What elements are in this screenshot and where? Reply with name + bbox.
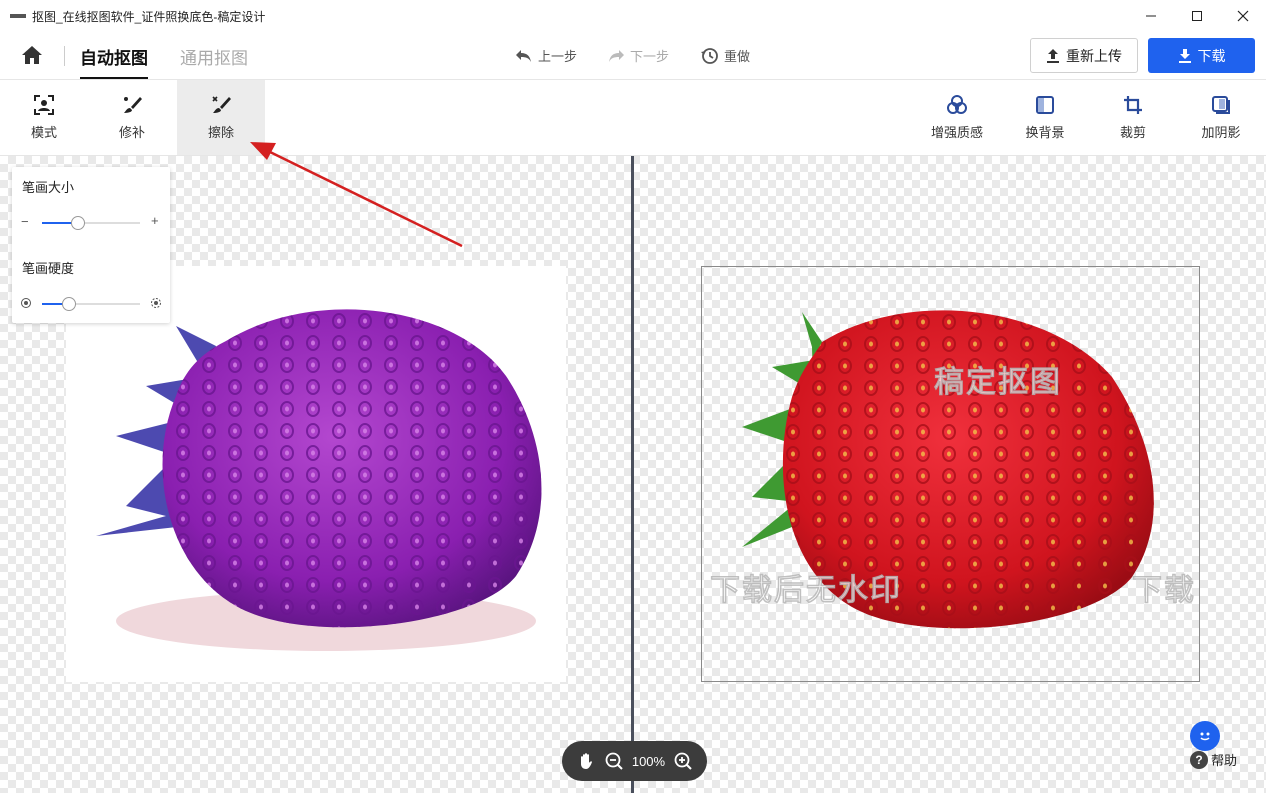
editor-canvas[interactable]: 笔画大小 − + 笔画硬度 稿定抠图 下载后无水印 下载 bbox=[0, 156, 1266, 793]
brush-hardness-label: 笔画硬度 bbox=[22, 261, 75, 276]
zoom-in-icon[interactable] bbox=[673, 751, 693, 771]
hardness-low-icon[interactable] bbox=[20, 297, 32, 309]
header-separator bbox=[64, 46, 65, 66]
tool-crop[interactable]: 裁剪 bbox=[1089, 80, 1177, 155]
brush-size-label: 笔画大小 bbox=[22, 180, 75, 195]
close-icon bbox=[1237, 10, 1249, 22]
tool-mode[interactable]: 模式 bbox=[0, 80, 88, 155]
maximize-button[interactable] bbox=[1174, 0, 1220, 32]
reset-label: 重做 bbox=[724, 49, 751, 64]
brush-hardness-slider[interactable] bbox=[42, 297, 140, 311]
size-increase-button[interactable]: + bbox=[151, 213, 159, 228]
redo-icon bbox=[609, 49, 624, 62]
tool-background-label: 换背景 bbox=[1025, 125, 1065, 140]
tool-erase-label: 擦除 bbox=[207, 125, 234, 140]
tool-erase[interactable]: 擦除 bbox=[177, 80, 265, 155]
title-bar: 抠图_在线抠图软件_证件照换底色-稿定设计 bbox=[0, 0, 1266, 32]
help-button[interactable]: ? 帮助 bbox=[1190, 750, 1237, 769]
brush-size-knob[interactable] bbox=[71, 216, 85, 230]
brush-size-slider[interactable] bbox=[42, 216, 140, 230]
brush-settings-panel: 笔画大小 − + 笔画硬度 bbox=[12, 167, 170, 323]
home-icon bbox=[22, 46, 42, 64]
app-logo-icon bbox=[10, 11, 26, 21]
download-icon bbox=[1178, 48, 1191, 63]
chat-bot-icon[interactable] bbox=[1190, 721, 1220, 751]
history-icon bbox=[701, 47, 718, 64]
purple-strawberry-image bbox=[96, 309, 542, 651]
crop-icon bbox=[1124, 96, 1142, 114]
brush-hardness-knob[interactable] bbox=[62, 297, 76, 311]
tool-repair[interactable]: 修补 bbox=[88, 80, 176, 155]
upload-icon bbox=[1047, 48, 1059, 63]
undo-label: 上一步 bbox=[538, 49, 578, 64]
minimize-icon bbox=[1146, 15, 1156, 17]
background-panel-icon bbox=[1036, 96, 1054, 114]
watermark-top: 稿定抠图 bbox=[934, 366, 1062, 400]
result-preview[interactable]: 稿定抠图 下载后无水印 下载 bbox=[701, 266, 1200, 682]
help-label: 帮助 bbox=[1211, 753, 1238, 768]
red-strawberry-image bbox=[742, 310, 1154, 629]
tab-general-cutout[interactable]: 通用抠图 bbox=[180, 44, 248, 69]
hand-pan-icon[interactable] bbox=[576, 751, 596, 771]
undo-button[interactable]: 上一步 bbox=[514, 46, 577, 65]
reset-button[interactable]: 重做 bbox=[700, 46, 750, 65]
maximize-icon bbox=[1192, 11, 1202, 21]
redo-label: 下一步 bbox=[630, 49, 670, 64]
watermark-right: 下载 bbox=[1132, 574, 1196, 608]
window-title: 抠图_在线抠图软件_证件照换底色-稿定设计 bbox=[32, 9, 266, 24]
download-button[interactable]: 下载 bbox=[1148, 38, 1255, 73]
tool-mode-label: 模式 bbox=[30, 125, 57, 140]
tool-shadow[interactable]: 加阴影 bbox=[1177, 80, 1265, 155]
shadow-icon bbox=[1212, 96, 1230, 114]
watermark-bottom: 下载后无水印 bbox=[710, 574, 902, 608]
undo-icon bbox=[516, 49, 531, 62]
tool-crop-label: 裁剪 bbox=[1119, 125, 1146, 140]
minimize-button[interactable] bbox=[1128, 0, 1174, 32]
tab-auto-cutout[interactable]: 自动抠图 bbox=[80, 44, 148, 79]
home-button[interactable] bbox=[20, 44, 44, 66]
original-image[interactable] bbox=[66, 266, 566, 682]
redo-button[interactable]: 下一步 bbox=[606, 46, 669, 65]
close-button[interactable] bbox=[1220, 0, 1266, 32]
tool-shadow-label: 加阴影 bbox=[1201, 125, 1241, 140]
question-icon: ? bbox=[1190, 750, 1208, 769]
zoom-bar: 100% bbox=[562, 741, 707, 781]
tool-background[interactable]: 换背景 bbox=[1001, 80, 1089, 155]
compare-divider[interactable] bbox=[631, 156, 634, 793]
app-header: 自动抠图 通用抠图 上一步 下一步 重做 重新上传 下载 bbox=[0, 32, 1266, 80]
tool-bar: 模式 修补 擦除 增强质感 换背景 裁剪 加阴影 bbox=[0, 80, 1266, 156]
enhance-circles-icon bbox=[947, 95, 967, 114]
eraser-brush-icon bbox=[212, 96, 231, 113]
tool-enhance-label: 增强质感 bbox=[930, 125, 983, 140]
download-label: 下载 bbox=[1197, 47, 1226, 64]
zoom-out-icon[interactable] bbox=[604, 751, 624, 771]
reupload-label: 重新上传 bbox=[1066, 47, 1122, 64]
zoom-level: 100% bbox=[631, 753, 666, 769]
brush-icon bbox=[124, 97, 142, 113]
size-decrease-button[interactable]: − bbox=[21, 214, 29, 229]
tool-enhance[interactable]: 增强质感 bbox=[913, 80, 1001, 155]
tool-repair-label: 修补 bbox=[118, 125, 145, 140]
portrait-frame-icon bbox=[34, 95, 54, 115]
reupload-button[interactable]: 重新上传 bbox=[1030, 38, 1138, 73]
hardness-high-icon[interactable] bbox=[150, 297, 162, 309]
